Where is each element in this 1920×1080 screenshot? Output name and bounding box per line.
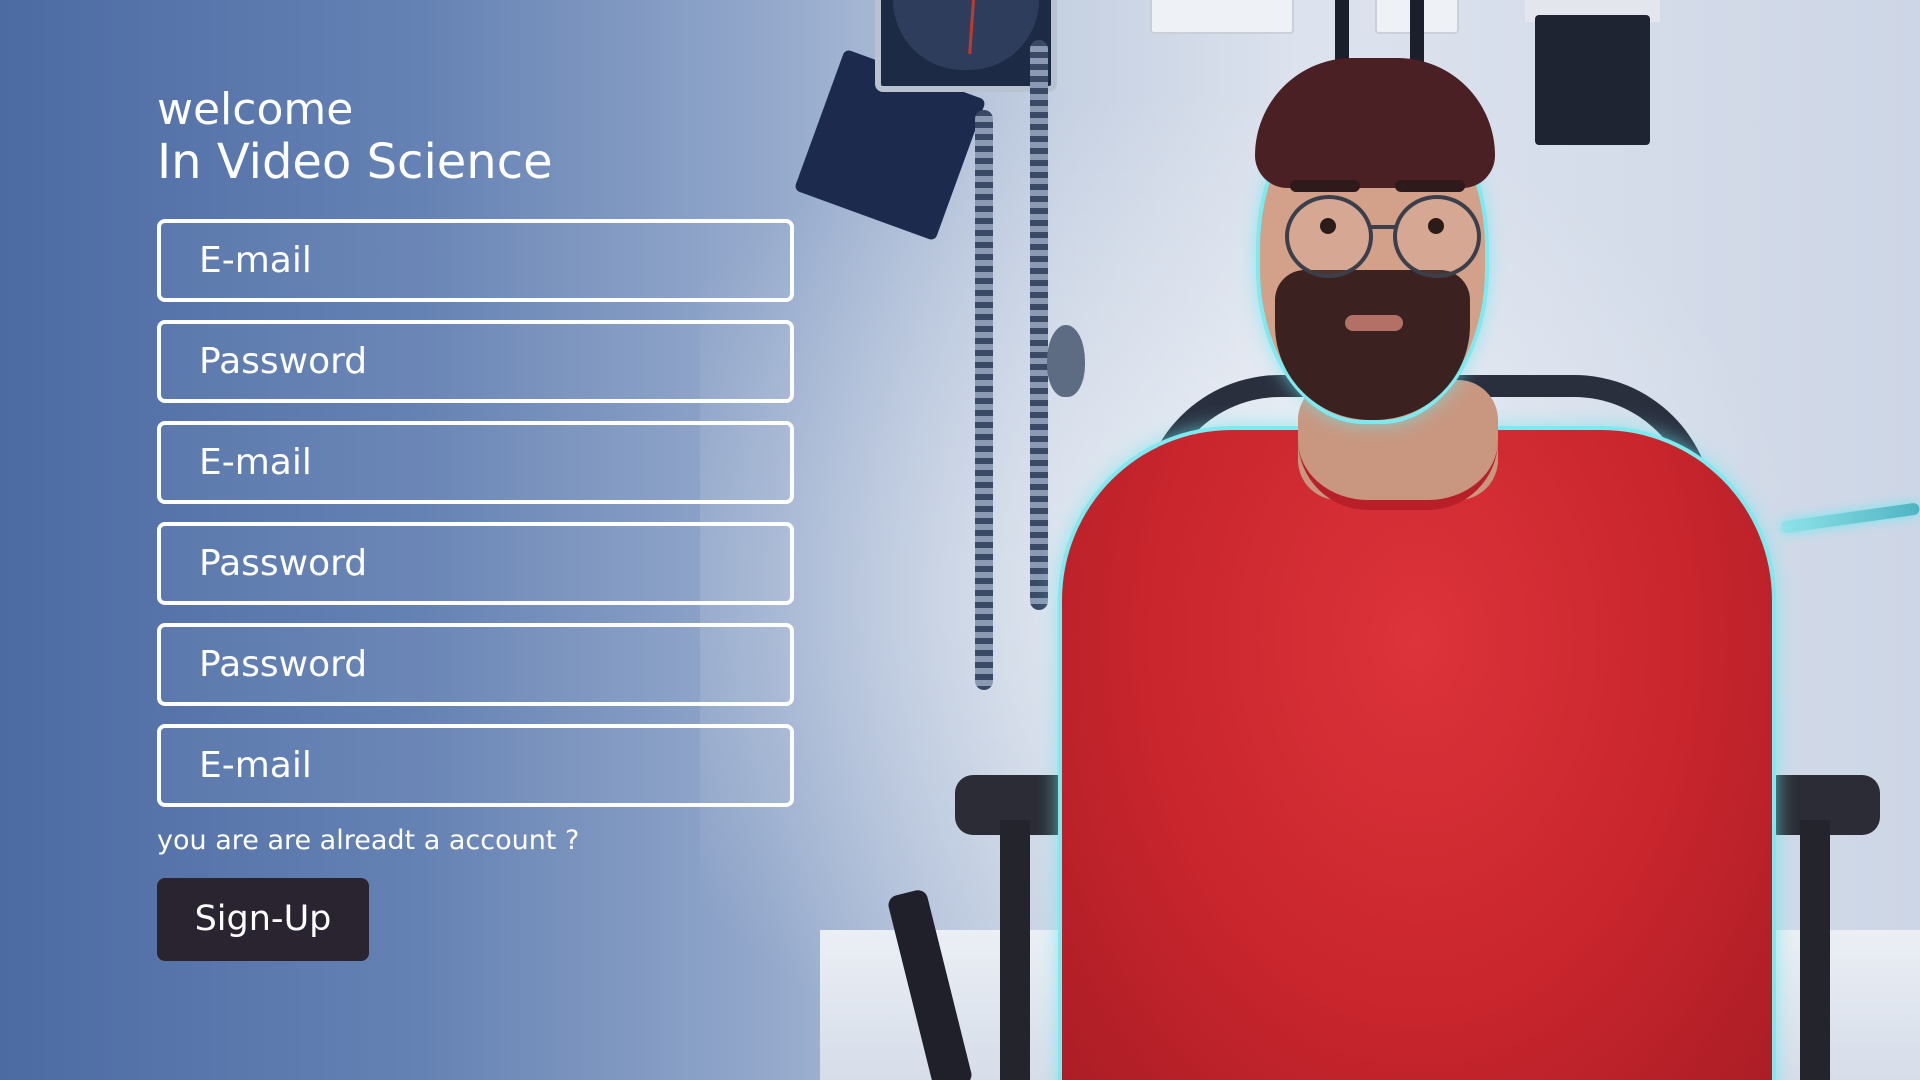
password-field[interactable]: [157, 319, 794, 403]
coiled-cord: [1030, 40, 1048, 610]
red-t-shirt: [1062, 430, 1772, 1080]
app-name-line: In Video Science: [157, 133, 553, 190]
mouth: [1345, 315, 1403, 331]
wall-fixture: [1150, 0, 1294, 34]
input-fields: [157, 218, 797, 807]
chair-post: [1000, 820, 1030, 1080]
instrument-holder: [1535, 15, 1650, 145]
glasses-lens: [1393, 195, 1481, 278]
email-field[interactable]: [157, 218, 794, 302]
welcome-heading: welcome In Video Science: [157, 85, 797, 189]
inflation-bulb: [1047, 325, 1085, 397]
coiled-cord: [975, 110, 993, 690]
email-field[interactable]: [157, 723, 794, 807]
eye: [1320, 218, 1336, 234]
glasses-bridge: [1369, 225, 1395, 229]
chair-post: [1800, 820, 1830, 1080]
signup-form: welcome In Video Science you are are alr…: [157, 85, 797, 961]
account-question-link[interactable]: you are are alreadt a account ?: [157, 825, 797, 856]
welcome-line: welcome: [157, 84, 354, 135]
signup-button[interactable]: Sign-Up: [157, 877, 369, 961]
glasses-lens: [1285, 195, 1373, 278]
signup-screen: welcome In Video Science you are are alr…: [0, 0, 1920, 1080]
email-field[interactable]: [157, 420, 794, 504]
password-field[interactable]: [157, 521, 794, 605]
eye: [1428, 218, 1444, 234]
eyebrow: [1395, 180, 1465, 192]
password-field[interactable]: [157, 622, 794, 706]
gauge-face: [893, 0, 1039, 70]
eyebrow: [1290, 180, 1360, 192]
